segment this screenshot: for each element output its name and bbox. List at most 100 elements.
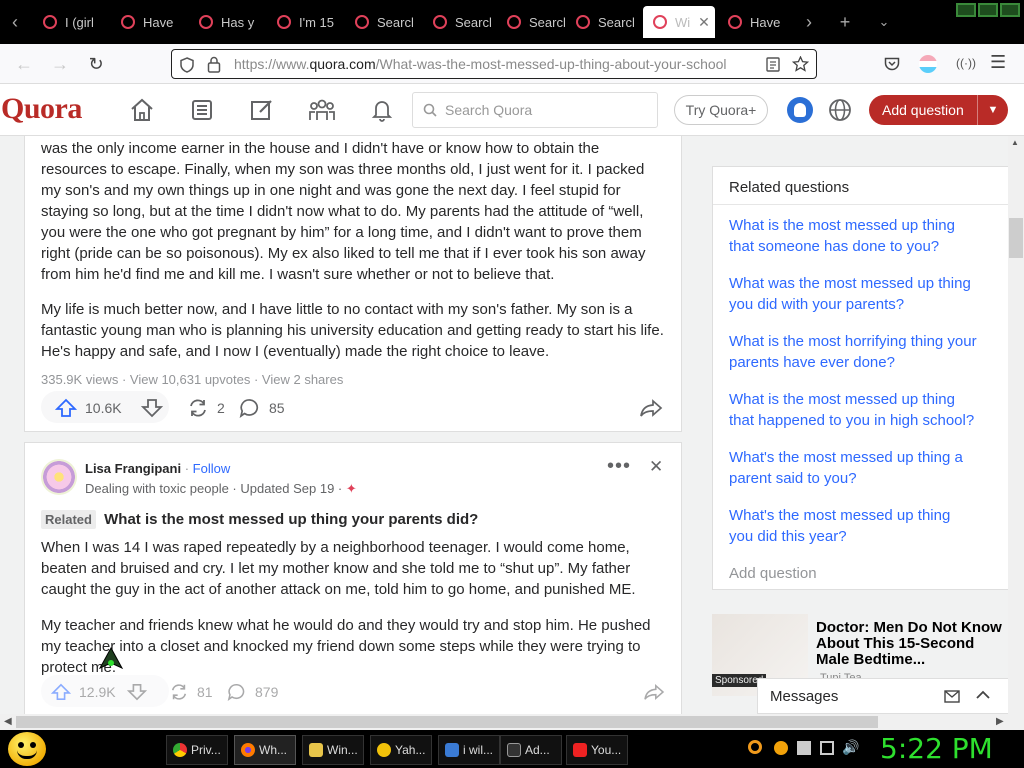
compose-message-icon[interactable]	[944, 689, 960, 703]
comment-button[interactable]: 85	[239, 398, 285, 418]
question-title[interactable]: What is the most messed up thing your pa…	[104, 511, 478, 528]
related-question-link[interactable]: What's the most messed up thing a parent…	[713, 447, 993, 489]
volume-tray-icon[interactable]: 🔊	[842, 739, 859, 756]
browser-tab-active[interactable]: Wi ✕	[643, 6, 715, 38]
extension-avatar-icon[interactable]	[919, 55, 937, 73]
related-question-link[interactable]: What is the most horrifying thing your p…	[713, 331, 993, 373]
try-quora-plus-button[interactable]: Try Quora+	[674, 95, 768, 125]
taskbar-item-yahoo[interactable]: Yah...	[370, 735, 432, 765]
follow-link[interactable]: Follow	[193, 461, 231, 476]
tray-icon[interactable]	[774, 741, 788, 755]
scroll-right-icon[interactable]: ▶	[996, 716, 1004, 727]
extension-icon[interactable]: ((·))	[956, 56, 976, 70]
menu-hamburger-icon[interactable]: ☰	[990, 52, 1006, 73]
scroll-left-icon[interactable]: ◀	[4, 716, 12, 727]
network-tray-icon[interactable]	[820, 741, 834, 755]
related-question-link[interactable]: What's the most messed up thing you did …	[713, 505, 993, 547]
add-question-chevron-icon[interactable]: ▼	[977, 95, 1008, 125]
quora-favicon-icon	[653, 15, 667, 29]
taskbar-clock[interactable]: 5:22 PM	[880, 732, 993, 765]
add-question-link[interactable]: Add question	[713, 563, 993, 584]
browser-tab[interactable]: Searcl	[497, 0, 575, 44]
scrollbar-thumb[interactable]	[1009, 218, 1023, 258]
taskbar-item-firefox[interactable]: Wh...	[234, 735, 296, 765]
quora-logo[interactable]: Quora	[1, 92, 82, 126]
downvote-button[interactable]	[127, 683, 147, 701]
answer-pencil-icon[interactable]	[247, 96, 277, 124]
notifications-bell-icon[interactable]	[367, 96, 397, 124]
browser-tab[interactable]: Have	[111, 0, 189, 44]
shield-icon[interactable]	[180, 57, 194, 73]
quora-favicon-icon	[43, 15, 57, 29]
search-tray-icon[interactable]	[748, 740, 762, 754]
url-bar[interactable]: https://www.quora.com/What-was-the-most-…	[171, 49, 817, 79]
more-options-icon[interactable]: •••	[607, 455, 631, 478]
forward-arrow-icon[interactable]: →	[48, 52, 72, 76]
author-avatar[interactable]	[41, 459, 77, 495]
scroll-up-icon[interactable]: ▲	[1011, 138, 1019, 147]
view-upvotes-link[interactable]: View 10,631 upvotes	[130, 372, 250, 387]
downvote-arrow-icon	[127, 683, 147, 701]
browser-tab[interactable]: Searcl	[566, 0, 644, 44]
new-tab-icon[interactable]: +	[834, 0, 856, 44]
add-question-button[interactable]: Add question ▼	[869, 95, 1008, 125]
vertical-scrollbar[interactable]: ▲	[1008, 136, 1024, 714]
minimize-icon[interactable]	[956, 3, 976, 17]
user-avatar[interactable]	[787, 97, 813, 123]
start-smiley-icon[interactable]	[8, 732, 46, 766]
chevron-up-icon[interactable]	[976, 690, 990, 700]
share-arrow-button[interactable]	[639, 398, 663, 418]
tab-close-icon[interactable]: ✕	[698, 14, 710, 31]
author-credential: Dealing with toxic people · Updated Sep …	[85, 481, 343, 496]
upvote-arrow-icon	[55, 398, 77, 417]
answer-card: was the only income earner in the house …	[24, 136, 682, 432]
answer-paragraph: was the only income earner in the house …	[41, 140, 646, 283]
messages-bar[interactable]: Messages	[757, 678, 1008, 714]
lock-icon[interactable]	[207, 56, 221, 73]
dismiss-close-icon[interactable]: ✕	[649, 457, 663, 477]
browser-tab[interactable]: Has y	[189, 0, 267, 44]
taskbar-item-cmd[interactable]: Ad...	[500, 735, 562, 765]
browser-tab[interactable]: I (girl	[33, 0, 111, 44]
language-globe-icon[interactable]	[828, 98, 852, 127]
related-question-link[interactable]: What is the most messed up thing that so…	[713, 215, 993, 257]
taskbar-item-explorer[interactable]: Win...	[302, 735, 364, 765]
home-icon[interactable]	[127, 96, 157, 124]
search-input[interactable]: Search Quora	[412, 92, 658, 128]
upvote-button[interactable]: 12.9K	[51, 683, 116, 701]
downvote-button[interactable]	[141, 398, 163, 418]
browser-tab-bar: ‹ I (girl Have Has y I'm 15 Searcl Searc…	[0, 0, 1024, 44]
browser-tab[interactable]: Searcl	[345, 0, 423, 44]
view-shares-link[interactable]: View 2 shares	[262, 372, 343, 387]
maximize-icon[interactable]	[978, 3, 998, 17]
following-feed-icon[interactable]	[187, 96, 217, 124]
browser-tab[interactable]: Searcl	[423, 0, 501, 44]
share-button[interactable]: 81	[169, 683, 213, 701]
share-arrow-button[interactable]	[643, 683, 665, 701]
upvote-button[interactable]: 10.6K	[55, 398, 122, 418]
bookmark-star-icon[interactable]	[792, 56, 809, 72]
back-arrow-icon[interactable]: ←	[12, 52, 36, 76]
taskbar-item-notes[interactable]: i wil...	[438, 735, 500, 765]
taskbar-item-chrome[interactable]: Priv...	[166, 735, 228, 765]
tab-scroll-left-icon[interactable]: ‹	[4, 0, 26, 44]
author-name[interactable]: Lisa Frangipani	[85, 461, 181, 476]
pocket-icon[interactable]	[884, 57, 900, 72]
close-window-icon[interactable]	[1000, 3, 1020, 17]
scrollbar-thumb[interactable]	[16, 716, 878, 728]
browser-tab[interactable]: I'm 15	[267, 0, 345, 44]
browser-tab[interactable]: Have	[718, 0, 796, 44]
share-button[interactable]: 2	[187, 398, 225, 418]
tab-scroll-right-icon[interactable]: ›	[798, 0, 820, 44]
tab-list-chevron-icon[interactable]: ⌄	[872, 0, 896, 44]
smiley-icon	[377, 743, 391, 757]
flag-tray-icon[interactable]	[797, 741, 811, 755]
related-question-link[interactable]: What was the most messed up thing you di…	[713, 273, 993, 315]
related-question-link[interactable]: What is the most messed up thing that ha…	[713, 389, 993, 431]
comment-button[interactable]: 879	[227, 683, 278, 701]
reload-icon[interactable]: ↻	[84, 52, 108, 76]
spaces-people-icon[interactable]	[307, 96, 337, 124]
reader-view-icon[interactable]	[766, 57, 780, 72]
taskbar-item-youtube[interactable]: You...	[566, 735, 628, 765]
horizontal-scrollbar[interactable]: ◀ ▶	[0, 714, 1024, 730]
